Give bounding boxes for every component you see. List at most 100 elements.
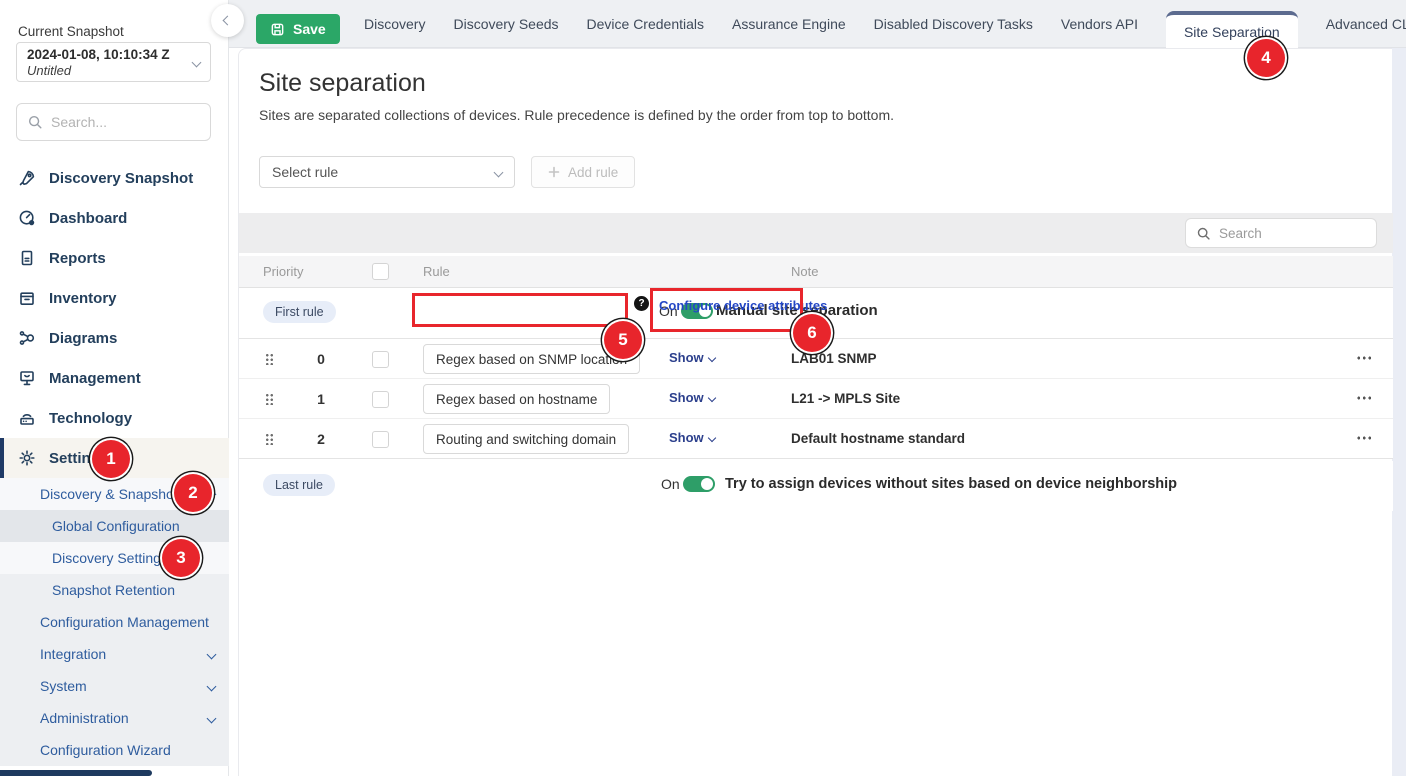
select-rule-dropdown[interactable]: Select rule — [259, 156, 515, 188]
select-all-checkbox[interactable] — [372, 263, 389, 280]
chevron-down-icon — [707, 353, 715, 361]
submenu-item-label: Snapshot Retention — [52, 582, 175, 598]
sidebar-item-integration[interactable]: Integration — [0, 638, 229, 670]
sidebar-item-label: Reports — [49, 250, 106, 267]
row-actions-ellipsis-icon[interactable] — [1356, 396, 1372, 400]
select-rule-value: Select rule — [272, 164, 338, 180]
monitor-icon — [18, 369, 36, 387]
sidebar: Current Snapshot 2024-01-08, 10:10:34 Z … — [0, 0, 229, 776]
sidebar-item-configuration-management[interactable]: Configuration Management — [0, 606, 229, 638]
sidebar-item-reports[interactable]: Reports — [0, 238, 229, 278]
device-wifi-icon — [18, 409, 36, 427]
show-details-link[interactable]: Show — [669, 390, 715, 405]
table-header: Priority Rule Note — [239, 256, 1393, 288]
sidebar-collapse-button[interactable] — [211, 4, 244, 37]
tab-assurance-engine[interactable]: Assurance Engine — [732, 0, 846, 48]
gear-icon — [18, 449, 36, 467]
show-details-link[interactable]: Show — [669, 350, 715, 365]
show-details-link[interactable]: Show — [669, 430, 715, 445]
sidebar-item-system[interactable]: System — [0, 670, 229, 702]
note-value: L21 -> MPLS Site — [791, 391, 900, 406]
note-value: Default hostname standard — [791, 431, 965, 446]
chevron-down-icon — [707, 433, 715, 441]
table-row: 0 Regex based on SNMP location Show LAB0… — [239, 339, 1393, 379]
tab-discovery[interactable]: Discovery — [364, 0, 425, 48]
sidebar-item-administration[interactable]: Administration — [0, 702, 229, 734]
sidebar-item-label: Technology — [49, 410, 132, 427]
tab-advanced-cli[interactable]: Advanced CLI — [1326, 0, 1406, 48]
rule-name-box[interactable]: Regex based on SNMP location — [423, 344, 640, 374]
top-tab-bar: Save Discovery Discovery Seeds Device Cr… — [229, 0, 1406, 48]
save-button[interactable]: Save — [256, 14, 340, 44]
sidebar-item-discovery-settings[interactable]: Discovery Settings — [0, 542, 229, 574]
sidebar-item-inventory[interactable]: Inventory — [0, 278, 229, 318]
submenu-item-label: Administration — [40, 710, 129, 726]
neighborship-toggle[interactable] — [683, 476, 715, 492]
sidebar-search-input[interactable] — [51, 114, 181, 130]
tab-site-separation[interactable]: Site Separation — [1166, 11, 1298, 48]
sidebar-item-technology[interactable]: Technology — [0, 398, 229, 438]
table-search-input[interactable] — [1219, 226, 1349, 241]
chevron-down-icon — [207, 713, 217, 723]
table-row: 2 Routing and switching domain Show Defa… — [239, 419, 1393, 459]
tab-device-credentials[interactable]: Device Credentials — [587, 0, 705, 48]
current-snapshot-label: Current Snapshot — [18, 24, 124, 39]
chevron-left-icon — [223, 16, 233, 26]
sidebar-item-label: Management — [49, 370, 141, 387]
save-floppy-icon — [270, 22, 285, 37]
drag-handle-icon[interactable] — [265, 433, 274, 445]
submenu-item-label: Configuration Management — [40, 614, 209, 630]
sidebar-item-dashboard[interactable]: Dashboard — [0, 198, 229, 238]
snapshot-selector[interactable]: 2024-01-08, 10:10:34 Z Untitled — [16, 42, 211, 82]
sidebar-item-global-configuration[interactable]: Global Configuration — [0, 510, 229, 542]
sidebar-search[interactable] — [16, 103, 211, 141]
tab-discovery-seeds[interactable]: Discovery Seeds — [453, 0, 558, 48]
plus-icon — [548, 166, 560, 178]
row-checkbox[interactable] — [372, 431, 389, 448]
sidebar-item-label: Discovery Snapshot — [49, 170, 193, 187]
chevron-down-icon — [192, 58, 202, 68]
sidebar-item-settings[interactable]: Settings — [0, 438, 229, 478]
page-background-strip — [1392, 48, 1406, 776]
table-toolbar — [239, 213, 1393, 253]
sidebar-item-label: Inventory — [49, 290, 117, 307]
sidebar-item-discovery-and-snapshots[interactable]: Discovery & Snapshots — [0, 478, 229, 510]
help-icon[interactable]: ? — [634, 296, 649, 311]
tab-disabled-discovery-tasks[interactable]: Disabled Discovery Tasks — [874, 0, 1033, 48]
sidebar-item-label: Diagrams — [49, 330, 117, 347]
row-checkbox[interactable] — [372, 351, 389, 368]
snapshot-date: 2024-01-08, 10:10:34 Z — [27, 46, 184, 63]
snapshot-name: Untitled — [27, 63, 184, 78]
search-icon — [27, 114, 43, 130]
page-description: Sites are separated collections of devic… — [259, 107, 894, 123]
add-rule-button[interactable]: Add rule — [531, 156, 635, 188]
rule-name-box[interactable]: Routing and switching domain — [423, 424, 629, 454]
row-checkbox[interactable] — [372, 391, 389, 408]
sidebar-item-discovery-snapshot[interactable]: Discovery Snapshot — [0, 158, 229, 198]
neighborship-rule-label: Try to assign devices without sites base… — [725, 476, 1177, 492]
submenu-item-label: Global Configuration — [52, 518, 180, 534]
sidebar-horizontal-scrollbar[interactable] — [0, 770, 152, 776]
site-separation-panel: Site separation Sites are separated coll… — [238, 48, 1392, 776]
rule-name-box[interactable]: Regex based on hostname — [423, 384, 610, 414]
show-label: Show — [669, 430, 704, 445]
sidebar-item-snapshot-retention[interactable]: Snapshot Retention — [0, 574, 229, 606]
submenu-item-label: Configuration Wizard — [40, 742, 171, 758]
box-icon — [18, 289, 36, 307]
dashboard-icon — [18, 209, 36, 227]
priority-value: 2 — [309, 431, 333, 447]
page-title: Site separation — [259, 69, 426, 98]
configure-device-attributes-link[interactable]: Configure device attributes — [659, 298, 827, 313]
table-search[interactable] — [1185, 218, 1377, 248]
drag-handle-icon[interactable] — [265, 353, 274, 365]
sidebar-item-management[interactable]: Management — [0, 358, 229, 398]
row-actions-ellipsis-icon[interactable] — [1356, 356, 1372, 360]
tab-vendors-api[interactable]: Vendors API — [1061, 0, 1138, 48]
sidebar-item-configuration-wizard[interactable]: Configuration Wizard — [0, 734, 229, 766]
sidebar-item-diagrams[interactable]: Diagrams — [0, 318, 229, 358]
save-button-label: Save — [293, 21, 326, 37]
row-actions-ellipsis-icon[interactable] — [1356, 436, 1372, 440]
drag-handle-icon[interactable] — [265, 393, 274, 405]
table-row-last-rule: Last rule On Try to assign devices witho… — [239, 461, 1393, 511]
document-icon — [18, 249, 36, 267]
